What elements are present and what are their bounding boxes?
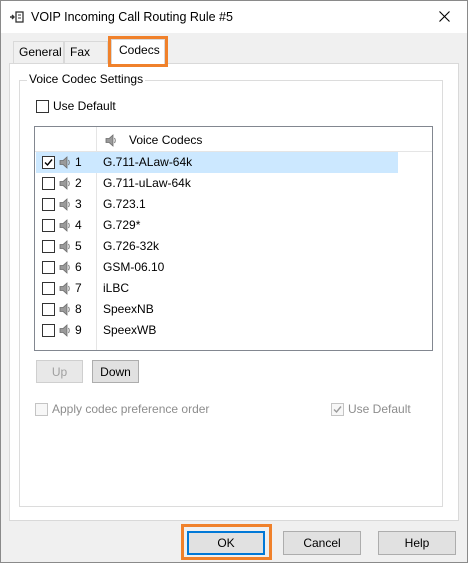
speaker-icon [59,156,71,169]
codec-priority: 1 [75,155,82,169]
cancel-button[interactable]: Cancel [283,531,361,555]
codec-checkbox[interactable] [42,303,55,316]
codec-name: SpeexNB [103,302,154,316]
codec-priority: 9 [75,323,82,337]
speaker-header-icon [105,134,116,147]
list-header: Voice Codecs [35,127,432,152]
codec-name: GSM-06.10 [103,260,165,274]
preference-use-default-checkbox[interactable] [331,403,344,416]
codec-priority: 8 [75,302,82,316]
tab-fax[interactable]: Fax [64,41,108,63]
codec-name: G.723.1 [103,197,146,211]
codec-name: SpeexWB [103,323,157,337]
codec-priority: 7 [75,281,82,295]
codec-priority: 5 [75,239,82,253]
use-default-label: Use Default [53,99,116,113]
title-bar: VOIP Incoming Call Routing Rule #5 [1,1,467,33]
window-title: VOIP Incoming Call Routing Rule #5 [31,10,233,24]
tab-fax-label: Fax [70,45,91,59]
codec-name: G.729* [103,218,141,232]
close-button[interactable] [421,1,467,32]
codec-checkbox[interactable] [42,198,55,211]
codec-row[interactable]: 6 GSM-06.10 [36,257,398,278]
codec-checkbox[interactable] [42,156,55,169]
codec-checkbox[interactable] [42,282,55,295]
speaker-icon [59,240,71,253]
codec-name: G.711-ALaw-64k [103,155,193,169]
codec-row[interactable]: 8 SpeexNB [36,299,398,320]
ok-button[interactable]: OK [187,531,265,555]
apply-codec-order-checkbox[interactable] [35,403,48,416]
codec-row[interactable]: 3 G.723.1 [36,194,398,215]
codec-name: G.711-uLaw-64k [103,176,191,190]
codec-priority: 6 [75,260,82,274]
codec-checkbox[interactable] [42,240,55,253]
tab-codecs[interactable]: Codecs [111,39,165,65]
apply-codec-order-label: Apply codec preference order [52,402,210,416]
codec-checkbox[interactable] [42,177,55,190]
codec-row[interactable]: 5 G.726-32k [36,236,398,257]
help-button[interactable]: Help [378,531,456,555]
codec-priority: 4 [75,218,82,232]
tab-codecs-label: Codecs [119,43,160,57]
codec-checkbox[interactable] [42,324,55,337]
codec-row[interactable]: 7 iLBC [36,278,398,299]
speaker-icon [59,324,71,337]
speaker-icon [59,261,71,274]
codec-row[interactable]: 1 G.711-ALaw-64k [36,152,398,173]
dialog-window: VOIP Incoming Call Routing Rule #5 Gener… [0,0,468,563]
codec-row[interactable]: 9 SpeexWB [36,320,398,341]
codec-checkbox[interactable] [42,219,55,232]
group-label: Voice Codec Settings [27,72,146,86]
codec-priority: 3 [75,197,82,211]
codec-name: G.726-32k [103,239,160,253]
checkmark-icon [333,406,342,414]
tab-general-label: General [19,45,62,59]
speaker-icon [59,198,71,211]
voice-codecs-header: Voice Codecs [129,133,203,147]
speaker-icon [59,303,71,316]
voice-codecs-list[interactable]: Voice Codecs 1 G.711-ALaw-64k 2 G.711-uLaw-… [34,126,433,351]
use-default-checkbox[interactable] [36,100,49,113]
down-button[interactable]: Down [92,360,139,383]
codec-row[interactable]: 4 G.729* [36,215,398,236]
speaker-icon [59,282,71,295]
codec-row[interactable]: 2 G.711-uLaw-64k [36,173,398,194]
tab-general[interactable]: General [13,41,64,63]
preference-use-default-label: Use Default [348,402,411,416]
phone-routing-icon [10,11,24,23]
speaker-icon [59,219,71,232]
up-button[interactable]: Up [36,360,83,383]
codec-checkbox[interactable] [42,261,55,274]
codec-priority: 2 [75,176,82,190]
speaker-icon [59,177,71,190]
codec-name: iLBC [103,281,130,295]
close-icon [438,11,450,22]
